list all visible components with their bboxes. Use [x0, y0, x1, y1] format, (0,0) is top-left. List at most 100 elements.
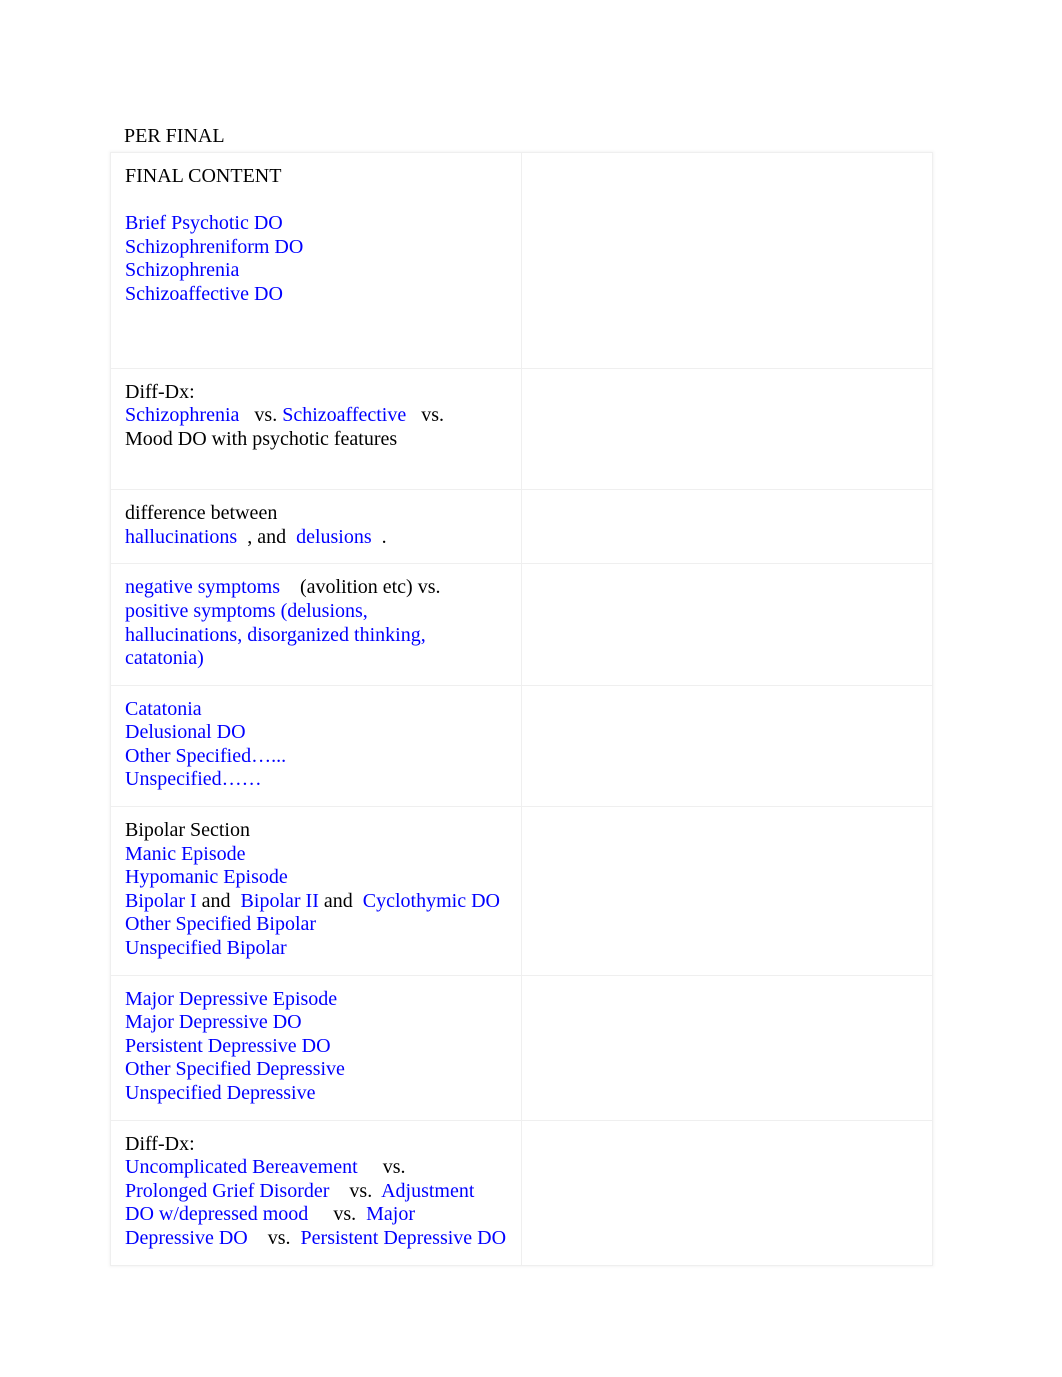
text-line: negative symptoms (avolition etc) vs. — [125, 576, 507, 600]
diagnosis-link[interactable]: Manic Episode — [125, 843, 246, 865]
text-line: Bipolar I and Bipolar II and Cyclothymic… — [125, 890, 507, 914]
diagnosis-link[interactable]: Hypomanic Episode — [125, 866, 288, 888]
text-line: positive symptoms (delusions, — [125, 600, 507, 624]
diagnosis-link[interactable]: Unspecified Bipolar — [125, 937, 287, 959]
table-cell-left: negative symptoms (avolition etc) vs. pos… — [110, 563, 522, 686]
static-text: and — [196, 889, 241, 912]
table-cell-right — [521, 974, 933, 1121]
text-line: Unspecified…… — [125, 768, 507, 792]
diagnosis-link[interactable]: hallucinations — [125, 526, 237, 548]
text-line: Hypomanic Episode — [125, 866, 507, 890]
static-text: vs. — [239, 404, 283, 427]
text-line: Unspecified Depressive — [125, 1082, 507, 1106]
table-cell-right — [521, 489, 933, 565]
text-line: Delusional DO — [125, 721, 507, 745]
cell-content: Catatonia Delusional DO Other Specified…..… — [111, 686, 521, 806]
cell-content — [522, 1121, 932, 1131]
static-text: vs. — [357, 1156, 406, 1179]
diagnosis-link[interactable]: Prolonged Grief Disorder — [125, 1180, 329, 1202]
cell-content: Major Depressive Episode Major Depressive… — [111, 976, 521, 1120]
text-line: Uncomplicated Bereavement vs. — [125, 1156, 507, 1180]
text-line: Schizoaffective DO — [125, 283, 507, 307]
diagnosis-link[interactable]: Schizoaffective DO — [125, 283, 283, 305]
table-body: FINAL CONTENT Brief Psychotic DO Schizoph… — [110, 152, 933, 1266]
cell-content: FINAL CONTENT Brief Psychotic DO Schizoph… — [111, 153, 521, 368]
text-line: catatonia) — [125, 647, 507, 671]
diagnosis-link[interactable]: Schizophreniform DO — [125, 236, 303, 258]
cell-content — [522, 369, 932, 379]
diagnosis-link[interactable]: positive symptoms (delusions, — [125, 600, 368, 622]
cell-content — [522, 153, 932, 163]
diagnosis-link[interactable]: Delusional DO — [125, 721, 246, 743]
static-text: difference between — [125, 502, 278, 525]
text-line: Major Depressive Episode — [125, 988, 507, 1012]
static-text: vs. — [247, 1226, 301, 1249]
text-line: Schizophrenia vs. Schizoaffective vs. — [125, 404, 507, 428]
text-line: Major Depressive DO — [125, 1011, 507, 1035]
table-cell-left: Catatonia Delusional DO Other Specified…..… — [110, 684, 522, 808]
table-cell-right — [521, 152, 933, 369]
static-text: FINAL CONTENT — [125, 165, 282, 187]
cell-content — [522, 564, 932, 574]
text-line: Prolonged Grief Disorder vs. Adjustment … — [125, 1180, 507, 1251]
table-cell-right — [521, 806, 933, 976]
diagnosis-link[interactable]: Bipolar II — [241, 890, 319, 912]
table-cell-left: difference between hallucinations , and d… — [110, 489, 522, 565]
table-cell-left: FINAL CONTENT Brief Psychotic DO Schizoph… — [110, 152, 522, 369]
static-text: . — [371, 525, 387, 548]
cell-content: Diff-Dx: Uncomplicated Bereavement vs. Pro… — [111, 1121, 521, 1265]
diagnosis-link[interactable]: Schizophrenia — [125, 404, 239, 426]
diagnosis-link[interactable]: Persistent Depressive DO — [301, 1227, 507, 1249]
diagnosis-link[interactable]: Unspecified…… — [125, 768, 262, 790]
diagnosis-link[interactable]: Persistent Depressive DO — [125, 1035, 331, 1057]
cell-content — [522, 807, 932, 817]
diagnosis-link[interactable]: Schizoaffective — [282, 404, 406, 426]
document-page: PER FINAL FINAL CONTENT Brief Psychotic … — [0, 0, 1062, 1377]
diagnosis-link[interactable]: hallucinations, disorganized thinking, — [125, 624, 426, 646]
table-cell-left: Bipolar Section Manic Episode Hypomanic Ep… — [110, 806, 522, 976]
table-cell-left: Diff-Dx: Uncomplicated Bereavement vs. Pro… — [110, 1119, 522, 1266]
text-line: FINAL CONTENT — [125, 165, 507, 189]
text-line: Manic Episode — [125, 843, 507, 867]
cell-content — [522, 976, 932, 986]
text-line: difference between — [125, 502, 507, 526]
diagnosis-link[interactable]: Other Specified…... — [125, 745, 286, 767]
diagnosis-link[interactable]: Cyclothymic DO — [363, 890, 500, 912]
text-line: Diff-Dx: — [125, 1133, 507, 1157]
static-text: vs. — [308, 1203, 367, 1226]
diagnosis-link[interactable]: Major Depressive Episode — [125, 988, 337, 1010]
static-text: vs. — [406, 404, 445, 427]
static-text: Mood DO with psychotic features — [125, 427, 398, 450]
static-text: , and — [237, 525, 297, 548]
text-line: hallucinations, disorganized thinking, — [125, 624, 507, 648]
diagnosis-link[interactable]: delusions — [296, 526, 372, 548]
table-cell-left: Major Depressive Episode Major Depressive… — [110, 974, 522, 1121]
table-cell-right — [521, 1119, 933, 1266]
diagnosis-link[interactable]: Uncomplicated Bereavement — [125, 1156, 358, 1178]
table-row: Catatonia Delusional DO Other Specified…..… — [110, 684, 933, 808]
study-notes-table: FINAL CONTENT Brief Psychotic DO Schizoph… — [110, 152, 933, 1266]
text-line: Other Specified Depressive — [125, 1058, 507, 1082]
text-line: hallucinations , and delusions . — [125, 526, 507, 550]
diagnosis-link[interactable]: Other Specified Depressive — [125, 1058, 345, 1080]
diagnosis-link[interactable]: Catatonia — [125, 698, 202, 720]
diagnosis-link[interactable]: Brief Psychotic DO — [125, 212, 283, 234]
text-line: Other Specified…... — [125, 745, 507, 769]
diagnosis-link[interactable]: Schizophrenia — [125, 259, 239, 281]
table-cell-left: Diff-Dx: Schizophrenia vs. Schizoaffectiv… — [110, 367, 522, 491]
diagnosis-link[interactable]: Other Specified Bipolar — [125, 913, 316, 935]
diagnosis-link[interactable]: catatonia) — [125, 647, 204, 669]
diagnosis-link[interactable]: negative symptoms — [125, 576, 280, 598]
table-row: Diff-Dx: Uncomplicated Bereavement vs. Pro… — [110, 1119, 933, 1266]
diagnosis-link[interactable]: Unspecified Depressive — [125, 1082, 316, 1104]
page-title: PER FINAL — [124, 125, 225, 147]
cell-content: negative symptoms (avolition etc) vs. pos… — [111, 564, 521, 684]
static-text: and — [318, 889, 363, 912]
cell-content: Diff-Dx: Schizophrenia vs. Schizoaffectiv… — [111, 369, 521, 489]
diagnosis-link[interactable]: Major Depressive DO — [125, 1011, 302, 1033]
text-line: Other Specified Bipolar — [125, 913, 507, 937]
diagnosis-link[interactable]: Bipolar I — [125, 890, 197, 912]
